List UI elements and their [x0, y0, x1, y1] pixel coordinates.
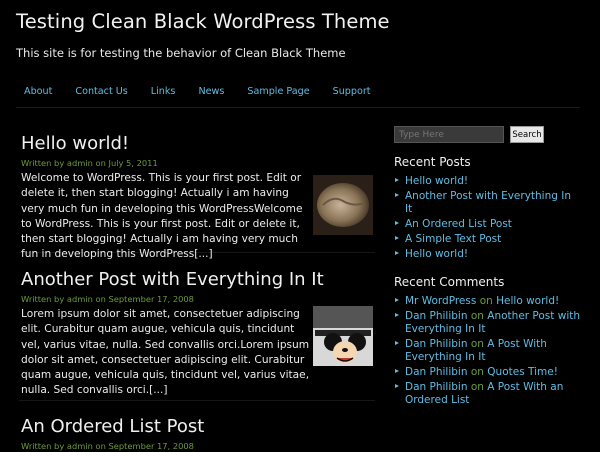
arrow-bullet-icon	[395, 313, 399, 317]
post-item: Hello world! Written by admin on July 5,…	[21, 130, 373, 260]
list-item: Mr WordPress on Hello world!	[394, 295, 580, 308]
list-item: A Simple Text Post	[394, 233, 580, 246]
arrow-bullet-icon	[395, 369, 399, 373]
post-title[interactable]: An Ordered List Post	[21, 413, 373, 441]
comment-on-text: on	[470, 338, 484, 350]
meta-prefix: Written by	[21, 294, 65, 304]
post-meta: Written by admin on July 5, 2011	[21, 157, 373, 169]
post-title[interactable]: Hello world!	[21, 130, 373, 158]
comment-on-text: on	[479, 295, 493, 307]
main-nav: About Contact Us Links News Sample Page …	[24, 86, 394, 97]
post-date-link[interactable]: July 5, 2011	[109, 158, 158, 168]
nav-support[interactable]: Support	[333, 86, 371, 97]
arrow-bullet-icon	[395, 251, 399, 255]
list-item: Dan Philibin on Quotes Time!	[394, 366, 580, 379]
post-thumbnail[interactable]	[313, 306, 373, 366]
comment-author-link[interactable]: Dan Philibin	[405, 381, 468, 393]
recent-posts-list: Hello world! Another Post with Everythin…	[394, 175, 580, 261]
nav-links[interactable]: Links	[151, 86, 176, 97]
arrow-bullet-icon	[395, 221, 399, 225]
recent-post-link[interactable]: Hello world!	[405, 175, 468, 187]
post-title[interactable]: Another Post with Everything In It	[21, 266, 373, 294]
post-list: Hello world! Written by admin on July 5,…	[19, 130, 375, 452]
recent-comments-list: Mr WordPress on Hello world! Dan Philibi…	[394, 295, 580, 407]
list-item: Dan Philibin on A Post With Everything I…	[394, 338, 580, 364]
post-date-link[interactable]: September 17, 2008	[109, 294, 194, 304]
recent-post-link[interactable]: A Simple Text Post	[405, 233, 501, 245]
comment-post-link[interactable]: Quotes Time!	[487, 366, 558, 378]
list-item: Another Post with Everything In It	[394, 190, 580, 216]
list-item: Dan Philibin on A Post With an Ordered L…	[394, 381, 580, 407]
site-title[interactable]: Testing Clean Black WordPress Theme	[16, 10, 390, 33]
post-divider	[19, 400, 375, 401]
meta-on: on	[95, 294, 106, 304]
comment-post-link[interactable]: Hello world!	[496, 295, 559, 307]
post-item: An Ordered List Post Written by admin on…	[21, 413, 373, 452]
post-excerpt: Welcome to WordPress. This is your first…	[21, 172, 303, 261]
arrow-bullet-icon	[395, 236, 399, 240]
comment-on-text: on	[470, 366, 484, 378]
nav-news[interactable]: News	[198, 86, 224, 97]
post-item: Another Post with Everything In It Writt…	[21, 266, 373, 400]
recent-post-link[interactable]: An Ordered List Post	[405, 218, 512, 230]
search-form: Search	[394, 126, 580, 143]
arrow-bullet-icon	[395, 178, 399, 182]
recent-post-link[interactable]: Another Post with Everything In It	[405, 190, 571, 215]
search-button[interactable]: Search	[510, 126, 544, 143]
list-item: Dan Philibin on Another Post with Everyt…	[394, 310, 580, 336]
post-meta: Written by admin on September 17, 2008	[21, 293, 373, 305]
nav-about[interactable]: About	[24, 86, 52, 97]
comment-author-link[interactable]: Dan Philibin	[405, 310, 468, 322]
comment-author-link[interactable]: Mr WordPress	[405, 295, 476, 307]
meta-on: on	[95, 158, 106, 168]
post-thumbnail[interactable]	[313, 175, 373, 235]
comment-on-text: on	[470, 381, 484, 393]
comment-author-link[interactable]: Dan Philibin	[405, 338, 468, 350]
arrow-bullet-icon	[395, 384, 399, 388]
recent-post-link[interactable]: Hello world!	[405, 248, 468, 260]
meta-prefix: Written by	[21, 158, 65, 168]
nav-contact-us[interactable]: Contact Us	[75, 86, 127, 97]
arrow-bullet-icon	[395, 341, 399, 345]
comment-author-link[interactable]: Dan Philibin	[405, 366, 468, 378]
nav-sample-page[interactable]: Sample Page	[247, 86, 309, 97]
post-author-link[interactable]: admin	[67, 158, 93, 168]
recent-comments-title: Recent Comments	[394, 275, 505, 289]
comment-on-text: on	[470, 310, 484, 322]
site-description: This site is for testing the behavior of…	[16, 46, 346, 60]
search-input[interactable]	[394, 126, 504, 143]
list-item: Hello world!	[394, 175, 580, 188]
recent-posts-title: Recent Posts	[394, 155, 471, 169]
arrow-bullet-icon	[395, 193, 399, 197]
arrow-bullet-icon	[395, 298, 399, 302]
post-excerpt: Lorem ipsum dolor sit amet, consectetuer…	[21, 308, 310, 397]
sidebar: Search Recent Posts Hello world! Another…	[394, 126, 580, 409]
list-item: An Ordered List Post	[394, 218, 580, 231]
post-author-link[interactable]: admin	[67, 294, 93, 304]
nav-divider	[16, 107, 580, 108]
list-item: Hello world!	[394, 248, 580, 261]
post-meta: Written by admin on September 17, 2008	[21, 440, 373, 452]
